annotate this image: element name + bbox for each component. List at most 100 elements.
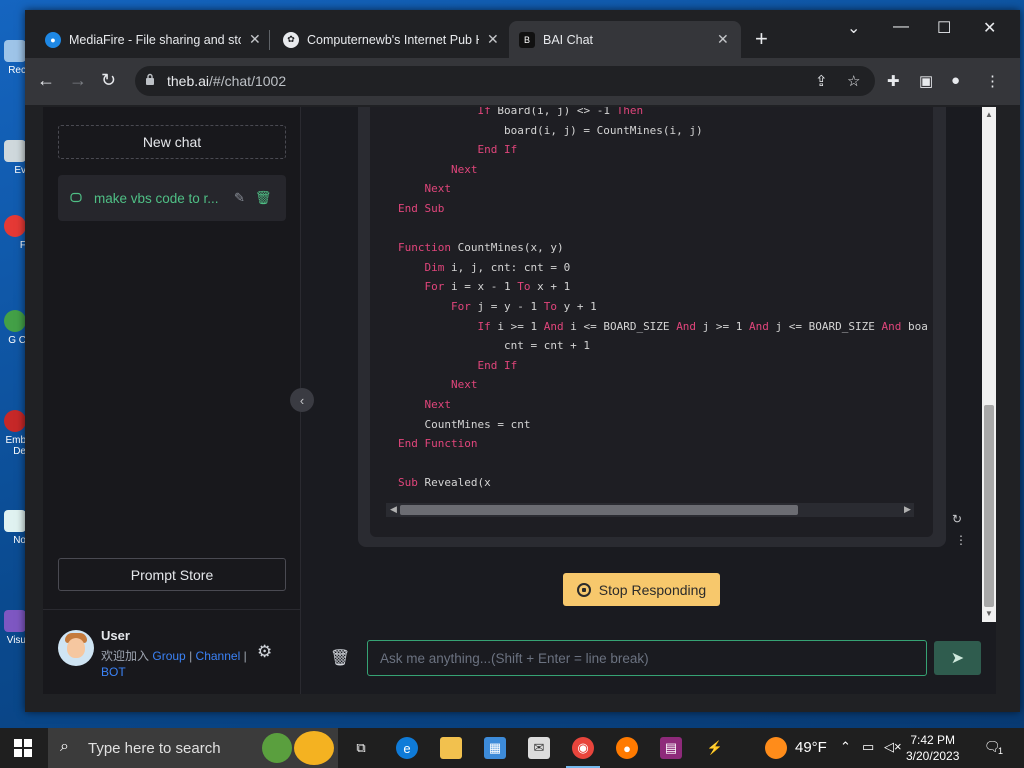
- tab-search-icon[interactable]: ⌄: [847, 18, 860, 38]
- desktop-icon-emb[interactable]: Emb De: [0, 410, 26, 457]
- share-icon[interactable]: ⇪: [815, 72, 828, 90]
- chat-main: If Board(i, j) <> -1 Then board(i, j) = …: [302, 107, 996, 694]
- clock[interactable]: 7:42 PM 3/20/2023: [906, 732, 959, 764]
- code-line: End Function: [398, 437, 478, 451]
- scroll-left-icon[interactable]: ◀: [390, 504, 397, 515]
- desktop-icon-visual[interactable]: Visu: [0, 610, 26, 646]
- assistant-message: If Board(i, j) <> -1 Then board(i, j) = …: [358, 107, 946, 547]
- code-line: End Sub: [398, 201, 445, 215]
- lock-icon: [146, 73, 154, 85]
- volume-muted-icon[interactable]: ◁×: [884, 739, 902, 755]
- tab-mediafire[interactable]: ● MediaFire - File sharing and stor ✕: [35, 21, 271, 58]
- computernewb-icon: ✿: [283, 31, 299, 48]
- stop-responding-button[interactable]: Stop Responding: [563, 573, 720, 606]
- regenerate-icon[interactable]: ↻: [952, 512, 962, 526]
- weather-icon: [765, 737, 787, 759]
- start-button[interactable]: [14, 739, 32, 757]
- code-line: End If: [477, 358, 518, 372]
- new-chat-button[interactable]: New chat: [58, 125, 286, 159]
- close-tab-icon[interactable]: ✕: [487, 31, 499, 48]
- file-explorer-icon[interactable]: [440, 737, 462, 759]
- tab-computernewb[interactable]: ✿ Computernewb's Internet Pub H ✕: [273, 21, 509, 58]
- chrome-icon[interactable]: ◉: [566, 737, 600, 768]
- bookmark-star-icon[interactable]: ☆: [847, 72, 860, 90]
- gear-icon[interactable]: ⚙: [257, 642, 272, 662]
- taskbar: ⌕ Type here to search ⧉ e ▦ ✉ ◉ ● ▤ ⚡ 49…: [0, 728, 1024, 768]
- code-line: Next: [450, 162, 478, 176]
- mediafire-icon: ●: [45, 31, 61, 48]
- code-line: Dim i, j, cnt: cnt = 0: [424, 260, 571, 274]
- edit-icon[interactable]: ✎: [234, 190, 245, 206]
- horizontal-scrollbar[interactable]: ◀ ▶: [386, 503, 914, 517]
- vertical-scrollbar[interactable]: ▲ ▼: [982, 107, 996, 622]
- taskbar-search[interactable]: ⌕ Type here to search: [48, 728, 338, 768]
- desktop-icon-f[interactable]: F: [0, 215, 26, 251]
- delete-icon[interactable]: 🗑: [255, 190, 272, 206]
- network-icon[interactable]: ▭: [862, 739, 874, 755]
- code-line: For i = x - 1 To x + 1: [424, 280, 571, 294]
- weather-temp[interactable]: 49°F: [795, 739, 827, 756]
- minimize-icon[interactable]: —: [893, 18, 909, 36]
- channel-link[interactable]: Channel: [196, 649, 241, 663]
- clear-chat-icon[interactable]: 🗑: [330, 648, 350, 668]
- chat-list-item[interactable]: make vbs code to r... ✎ 🗑: [58, 175, 286, 221]
- browser-window: ● MediaFire - File sharing and stor ✕ ✿ …: [25, 10, 1020, 712]
- task-view-icon[interactable]: ⧉: [350, 737, 372, 759]
- scrollbar-thumb[interactable]: [400, 505, 798, 515]
- chat-item-label: make vbs code to r...: [94, 190, 219, 206]
- user-name: User: [101, 628, 130, 643]
- scroll-down-icon[interactable]: ▼: [985, 609, 993, 618]
- side-panel-icon[interactable]: ▣: [919, 72, 933, 90]
- forward-icon[interactable]: →: [69, 70, 87, 91]
- code-line: Function CountMines(x, y): [398, 241, 564, 255]
- profile-icon[interactable]: ●: [951, 72, 960, 89]
- bai-chat-page: New chat make vbs code to r... ✎ 🗑 Promp…: [43, 107, 996, 694]
- extensions-icon[interactable]: ✚: [887, 72, 900, 90]
- kali-icon[interactable]: ⚡: [704, 737, 726, 759]
- code-line: If i >= 1 And i <= BOARD_SIZE And j >= 1…: [477, 319, 928, 333]
- browser-toolbar: ← → ↻ theb.ai/#/chat/1002 ⇪ ☆ ✚ ▣ ● ⋮: [25, 58, 1020, 106]
- sidebar: New chat make vbs code to r... ✎ 🗑 Promp…: [43, 107, 301, 694]
- desktop-icon-g[interactable]: G C: [0, 310, 26, 346]
- more-options-icon[interactable]: ⋮: [955, 533, 967, 547]
- firefox-icon[interactable]: ●: [616, 737, 638, 759]
- code-line: board(i, j) = CountMines(i, j): [398, 123, 703, 137]
- maximize-icon[interactable]: ☐: [937, 18, 951, 38]
- close-window-icon[interactable]: ✕: [983, 18, 996, 38]
- new-tab-button[interactable]: +: [755, 26, 768, 52]
- address-bar[interactable]: theb.ai/#/chat/1002 ⇪ ☆: [135, 66, 875, 96]
- url-text: theb.ai/#/chat/1002: [167, 73, 287, 89]
- bot-link[interactable]: BOT: [101, 665, 126, 679]
- avatar[interactable]: [58, 630, 94, 666]
- send-icon: ➤: [950, 650, 965, 667]
- winrar-icon[interactable]: ▤: [660, 737, 682, 759]
- group-link[interactable]: Group: [152, 649, 185, 663]
- reload-icon[interactable]: ↻: [101, 70, 116, 91]
- scrollbar-thumb[interactable]: [984, 405, 994, 607]
- menu-kebab-icon[interactable]: ⋮: [985, 72, 1000, 90]
- code-line: For j = y - 1 To y + 1: [450, 299, 597, 313]
- close-tab-icon[interactable]: ✕: [717, 31, 729, 48]
- code-line: Sub Revealed(x: [398, 476, 491, 490]
- desktop-icon-notepad[interactable]: No: [0, 510, 26, 546]
- mail-icon[interactable]: ✉: [528, 737, 550, 759]
- tab-strip: ● MediaFire - File sharing and stor ✕ ✿ …: [25, 10, 1020, 58]
- send-button[interactable]: ➤: [934, 641, 981, 675]
- edge-icon[interactable]: e: [396, 737, 418, 759]
- prompt-store-button[interactable]: Prompt Store: [58, 558, 286, 591]
- back-icon[interactable]: ←: [37, 70, 55, 91]
- tab-separator: [269, 30, 270, 50]
- tab-bai-chat[interactable]: B BAI Chat ✕: [509, 21, 741, 58]
- scroll-right-icon[interactable]: ▶: [904, 504, 911, 515]
- desktop-icon-recycle[interactable]: Rec: [0, 40, 26, 76]
- scroll-up-icon[interactable]: ▲: [985, 110, 993, 119]
- code-block: If Board(i, j) <> -1 Then board(i, j) = …: [370, 107, 933, 537]
- tray-chevron-icon[interactable]: ⌃: [840, 739, 851, 755]
- chat-input[interactable]: [367, 640, 927, 676]
- search-highlight-globe-icon: [262, 733, 292, 763]
- store-icon[interactable]: ▦: [484, 737, 506, 759]
- desktop-icon-ev[interactable]: Ev: [0, 140, 26, 176]
- close-tab-icon[interactable]: ✕: [249, 31, 261, 48]
